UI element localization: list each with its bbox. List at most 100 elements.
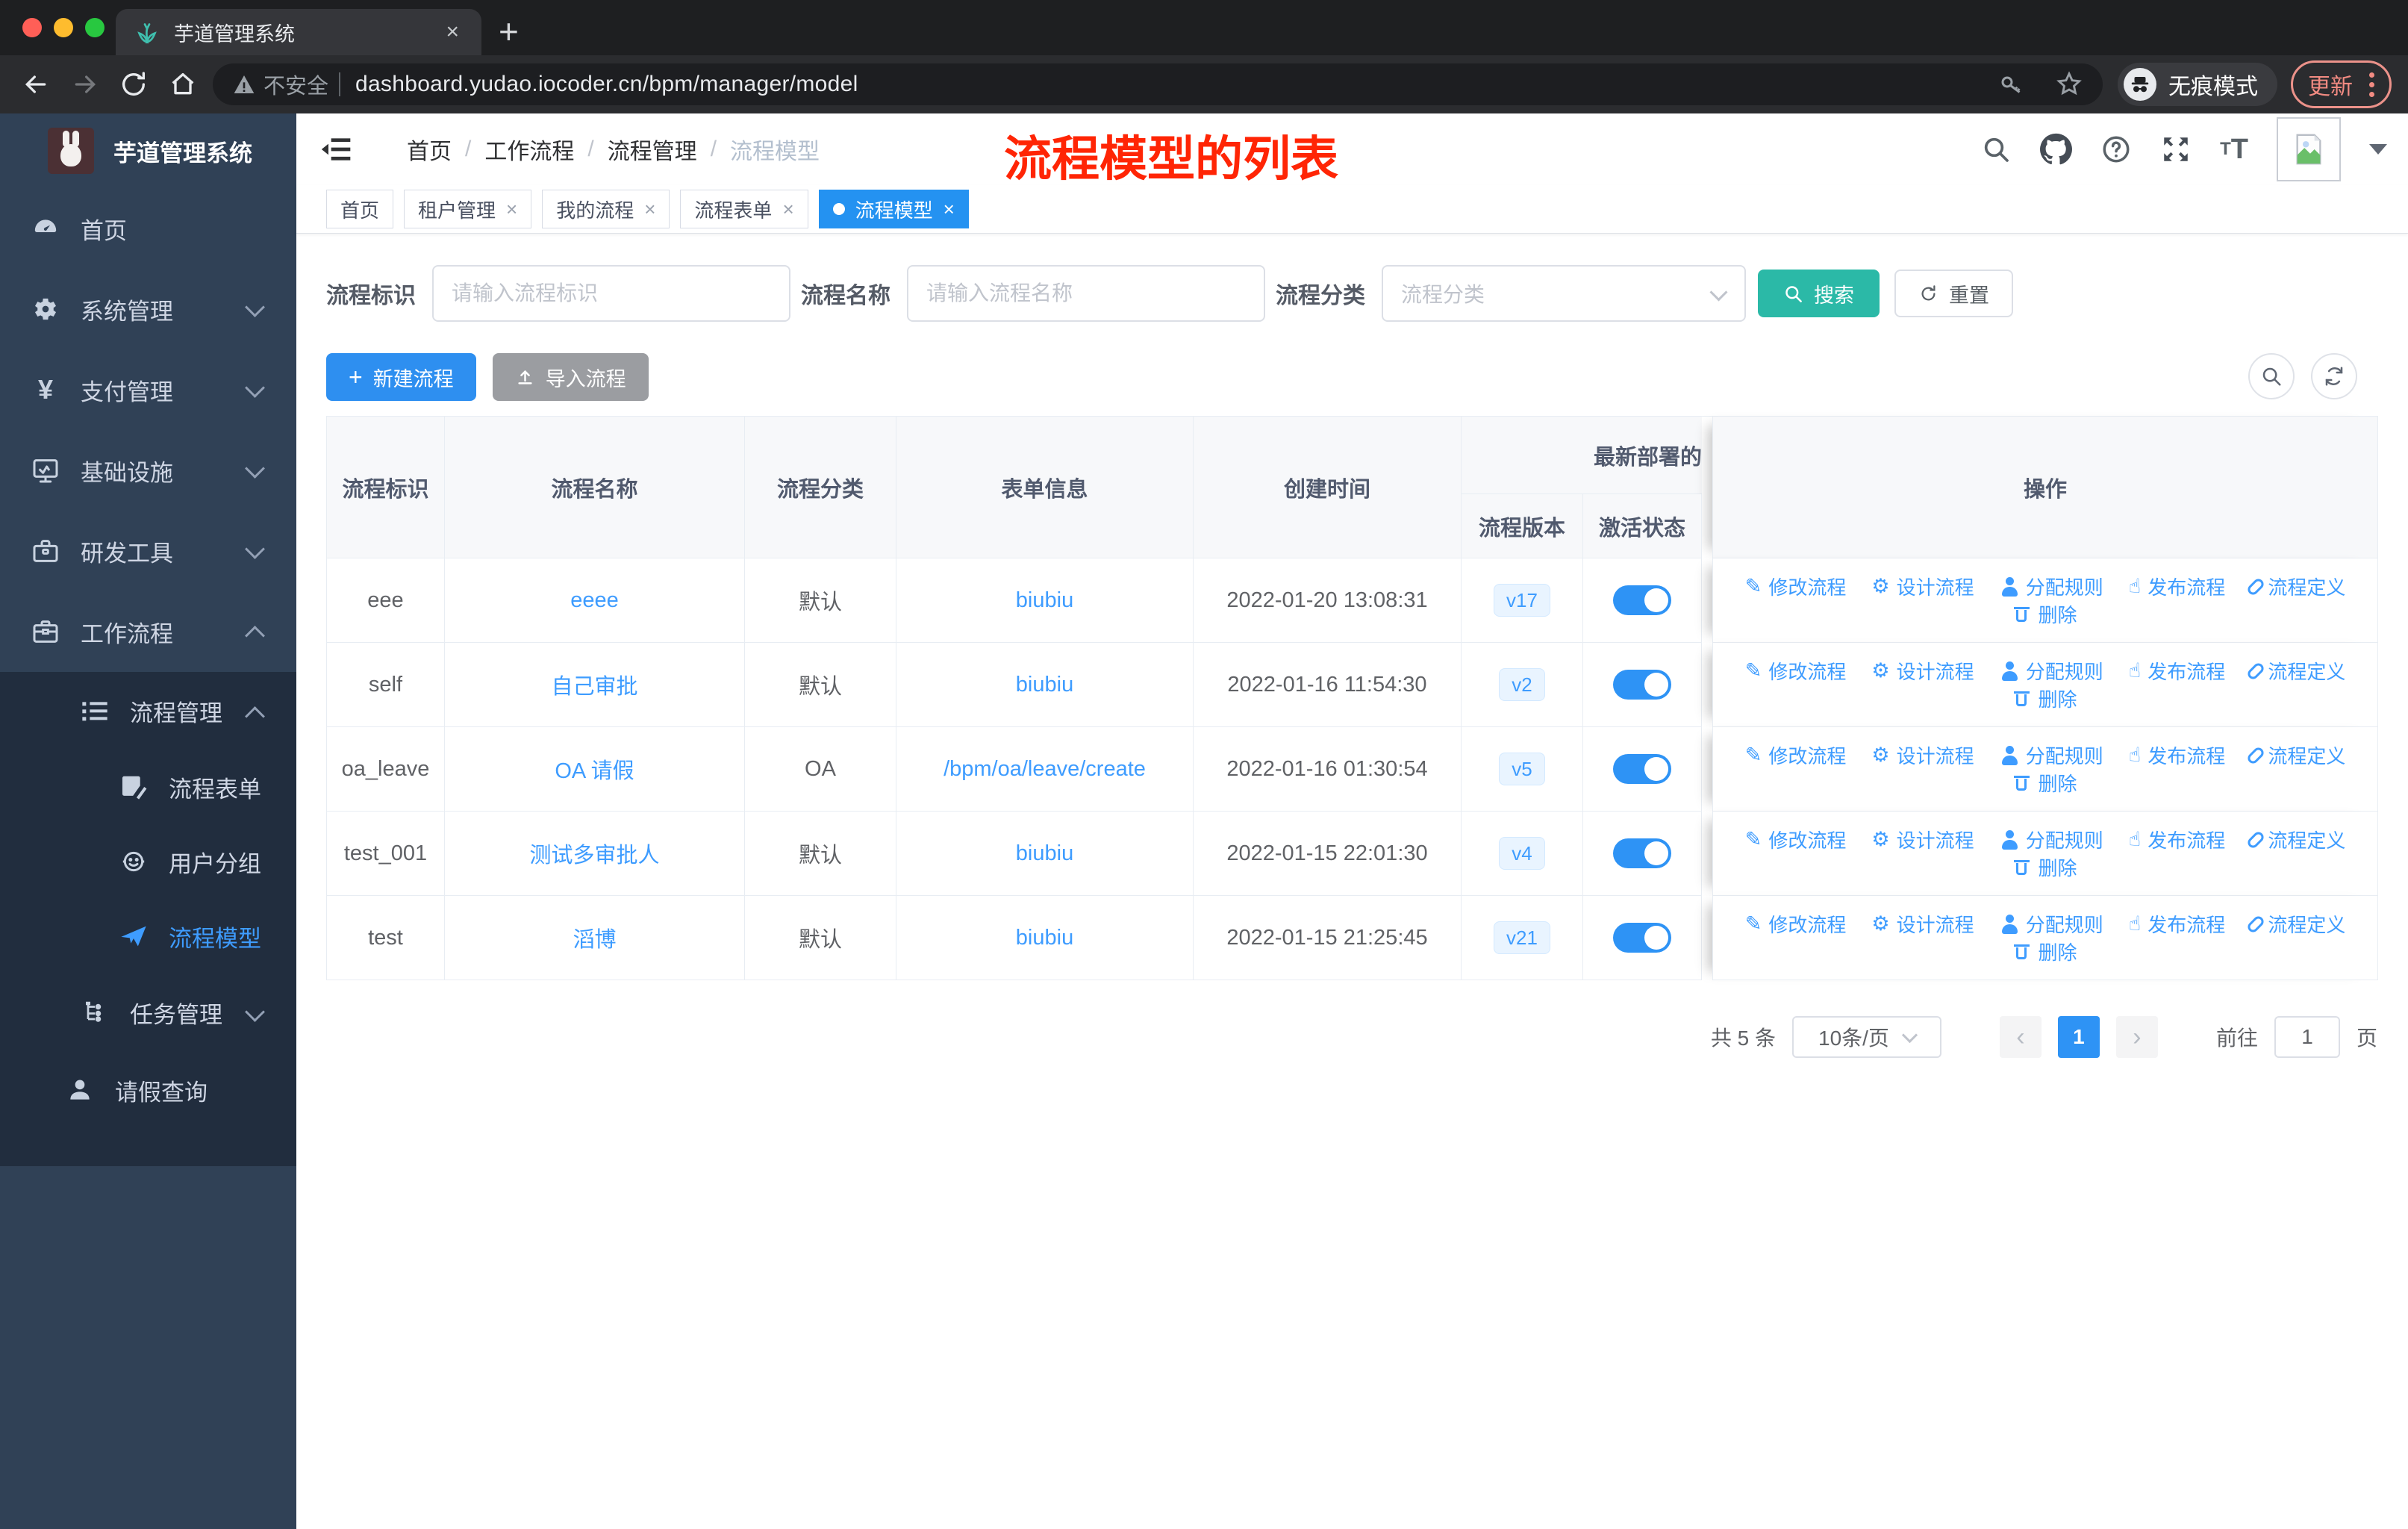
help-icon[interactable] (2100, 134, 2132, 165)
version-badge[interactable]: v4 (1499, 837, 1545, 870)
process-id-input[interactable] (432, 265, 790, 322)
process-name-link[interactable]: OA 请假 (555, 759, 634, 783)
window-close-button[interactable] (22, 18, 42, 37)
action-publish-link[interactable]: 发布流程 (2129, 741, 2225, 769)
form-info-link[interactable]: biubiu (1016, 841, 1073, 865)
action-modify-link[interactable]: 修改流程 (1745, 910, 1846, 938)
action-publish-link[interactable]: 发布流程 (2129, 573, 2225, 600)
action-delete-link[interactable]: 删除 (2013, 769, 2077, 797)
active-toggle[interactable] (1613, 670, 1671, 700)
action-modify-link[interactable]: 修改流程 (1745, 573, 1846, 600)
breadcrumb-workflow[interactable]: 工作流程 (484, 133, 574, 166)
breadcrumb-process-mgmt[interactable]: 流程管理 (608, 133, 697, 166)
user-avatar[interactable] (2277, 117, 2341, 181)
next-page-button[interactable]: › (2115, 1016, 2158, 1058)
action-assign-rule-link[interactable]: 分配规则 (2000, 826, 2103, 853)
action-modify-link[interactable]: 修改流程 (1745, 826, 1846, 853)
action-publish-link[interactable]: 发布流程 (2129, 657, 2225, 685)
sidebar-item-home[interactable]: 首页 (0, 188, 296, 269)
action-definition-link[interactable]: 流程定义 (2245, 910, 2345, 938)
sidebar-item-devtools[interactable]: 研发工具 (0, 511, 296, 591)
sidebar-item-workflow[interactable]: 工作流程 (0, 591, 296, 672)
window-minimize-button[interactable] (54, 18, 73, 37)
close-icon[interactable]: × (644, 198, 655, 221)
import-process-button[interactable]: 导入流程 (492, 353, 649, 401)
action-definition-link[interactable]: 流程定义 (2245, 657, 2345, 685)
form-info-link[interactable]: biubiu (1016, 673, 1073, 697)
action-design-link[interactable]: 设计流程 (1871, 741, 1974, 769)
close-icon[interactable]: × (943, 198, 955, 221)
action-assign-rule-link[interactable]: 分配规则 (2000, 910, 2103, 938)
browser-menu-icon[interactable] (2369, 72, 2375, 97)
font-size-icon[interactable]: TT (2220, 134, 2248, 166)
action-publish-link[interactable]: 发布流程 (2129, 910, 2225, 938)
tag-my-process[interactable]: 我的流程 × (542, 190, 670, 228)
version-badge[interactable]: v17 (1494, 584, 1550, 617)
forward-icon[interactable] (66, 65, 105, 104)
action-delete-link[interactable]: 删除 (2013, 938, 2077, 965)
process-name-link[interactable]: 测试多审批人 (529, 844, 659, 868)
sidebar-item-payment[interactable]: ¥ 支付管理 (0, 349, 296, 430)
browser-update-button[interactable]: 更新 (2291, 60, 2392, 108)
version-badge[interactable]: v2 (1499, 668, 1545, 701)
sidebar-item-process-form[interactable]: 流程表单 (0, 750, 296, 824)
action-definition-link[interactable]: 流程定义 (2245, 741, 2345, 769)
page-size-select[interactable]: 10条/页 (1791, 1016, 1941, 1058)
new-tab-button[interactable]: + (499, 10, 519, 52)
action-design-link[interactable]: 设计流程 (1871, 826, 1974, 853)
breadcrumb-home[interactable]: 首页 (407, 133, 452, 166)
action-assign-rule-link[interactable]: 分配规则 (2000, 657, 2103, 685)
tab-close-icon[interactable]: × (441, 19, 464, 45)
action-assign-rule-link[interactable]: 分配规则 (2000, 573, 2103, 600)
reset-button[interactable]: 重置 (1894, 270, 2013, 317)
tag-tenant[interactable]: 租户管理 × (404, 190, 532, 228)
goto-page-input[interactable] (2274, 1016, 2340, 1058)
sidebar-item-leave-query[interactable]: 请假查询 (0, 1051, 296, 1129)
tag-process-model[interactable]: 流程模型 × (818, 190, 969, 228)
action-assign-rule-link[interactable]: 分配规则 (2000, 741, 2103, 769)
action-modify-link[interactable]: 修改流程 (1745, 741, 1846, 769)
password-key-icon[interactable] (1998, 71, 2025, 98)
prev-page-button[interactable]: ‹ (1999, 1016, 2042, 1058)
action-delete-link[interactable]: 删除 (2013, 600, 2077, 628)
process-name-link[interactable]: 自己审批 (551, 675, 637, 699)
action-publish-link[interactable]: 发布流程 (2129, 826, 2225, 853)
sidebar-item-infra[interactable]: 基础设施 (0, 430, 296, 511)
active-toggle[interactable] (1613, 923, 1671, 953)
action-delete-link[interactable]: 删除 (2013, 685, 2077, 712)
form-info-link[interactable]: biubiu (1016, 588, 1073, 612)
create-process-button[interactable]: + 新建流程 (326, 353, 476, 401)
url-bar[interactable]: 不安全 dashboard.yudao.iocoder.cn/bpm/manag… (212, 63, 2103, 105)
search-button[interactable]: 搜索 (1758, 270, 1880, 317)
active-toggle[interactable] (1613, 838, 1671, 868)
sidebar-item-user-group[interactable]: 用户分组 (0, 824, 296, 899)
github-icon[interactable] (2039, 133, 2073, 166)
fullscreen-icon[interactable] (2160, 134, 2192, 165)
sidebar-item-process-model[interactable]: 流程模型 (0, 899, 296, 974)
process-name-link[interactable]: 滔博 (573, 928, 616, 952)
form-info-link[interactable]: biubiu (1016, 926, 1073, 950)
action-delete-link[interactable]: 删除 (2013, 853, 2077, 881)
version-badge[interactable]: v5 (1499, 753, 1545, 785)
action-design-link[interactable]: 设计流程 (1871, 910, 1974, 938)
action-design-link[interactable]: 设计流程 (1871, 657, 1974, 685)
home-icon[interactable] (163, 65, 202, 104)
browser-tab[interactable]: 芋道管理系统 × (116, 9, 481, 55)
bookmark-star-icon[interactable] (2055, 70, 2083, 99)
process-name-input[interactable] (907, 265, 1265, 322)
show-search-toggle-button[interactable] (2248, 353, 2295, 399)
sidebar-item-task-mgmt[interactable]: 任务管理 (0, 974, 296, 1051)
sidebar-item-system[interactable]: 系统管理 (0, 269, 296, 349)
back-icon[interactable] (16, 65, 55, 104)
current-page-button[interactable]: 1 (2057, 1016, 2100, 1058)
action-design-link[interactable]: 设计流程 (1871, 573, 1974, 600)
tag-process-form[interactable]: 流程表单 × (680, 190, 808, 228)
action-modify-link[interactable]: 修改流程 (1745, 657, 1846, 685)
action-definition-link[interactable]: 流程定义 (2245, 573, 2345, 600)
header-search-icon[interactable] (1981, 134, 2011, 164)
action-definition-link[interactable]: 流程定义 (2245, 826, 2345, 853)
close-icon[interactable]: × (506, 198, 517, 221)
active-toggle[interactable] (1613, 754, 1671, 784)
reload-icon[interactable] (114, 65, 153, 104)
version-badge[interactable]: v21 (1494, 921, 1550, 954)
